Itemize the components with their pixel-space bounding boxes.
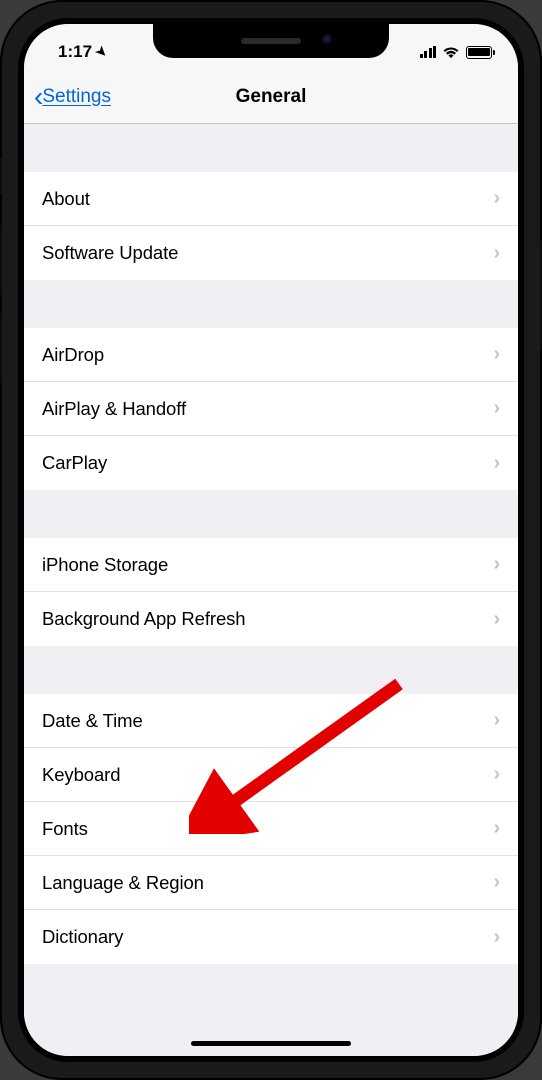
status-time: 1:17	[58, 42, 92, 62]
row-label: Language & Region	[42, 872, 204, 894]
row-dictionary[interactable]: Dictionary ›	[24, 910, 518, 964]
row-label: Background App Refresh	[42, 608, 246, 630]
notch	[153, 24, 389, 58]
row-label: Date & Time	[42, 710, 143, 732]
back-label: Settings	[42, 86, 111, 108]
chevron-right-icon: ›	[493, 709, 500, 732]
row-background-app-refresh[interactable]: Background App Refresh ›	[24, 592, 518, 646]
volume-up	[0, 224, 2, 296]
row-airplay-handoff[interactable]: AirPlay & Handoff ›	[24, 382, 518, 436]
row-label: Dictionary	[42, 926, 123, 948]
row-label: About	[42, 188, 90, 210]
page-title: General	[236, 86, 307, 108]
row-label: CarPlay	[42, 452, 107, 474]
location-icon: ➤	[92, 42, 111, 61]
annotation-arrow-icon	[189, 674, 414, 834]
section-spacer	[24, 124, 518, 172]
status-left: 1:17 ➤	[58, 42, 107, 62]
row-about[interactable]: About ›	[24, 172, 518, 226]
chevron-right-icon: ›	[493, 452, 500, 475]
row-label: AirDrop	[42, 344, 104, 366]
speaker	[241, 38, 301, 44]
settings-group: About › Software Update ›	[24, 172, 518, 280]
row-label: iPhone Storage	[42, 554, 168, 576]
screen: 1:17 ➤ ‹ Setti	[24, 24, 518, 1056]
chevron-right-icon: ›	[493, 871, 500, 894]
chevron-right-icon: ›	[493, 926, 500, 949]
row-airdrop[interactable]: AirDrop ›	[24, 328, 518, 382]
section-spacer	[24, 964, 518, 1004]
battery-icon	[466, 46, 492, 59]
chevron-right-icon: ›	[493, 553, 500, 576]
nav-bar: ‹ Settings General	[24, 70, 518, 124]
row-label: Fonts	[42, 818, 88, 840]
section-spacer	[24, 280, 518, 328]
silence-switch	[0, 158, 2, 194]
row-software-update[interactable]: Software Update ›	[24, 226, 518, 280]
back-button[interactable]: ‹ Settings	[34, 83, 111, 111]
row-label: Keyboard	[42, 764, 120, 786]
chevron-right-icon: ›	[493, 763, 500, 786]
bezel: 1:17 ➤ ‹ Setti	[18, 18, 524, 1062]
wifi-icon	[442, 46, 460, 59]
home-indicator[interactable]	[191, 1041, 351, 1046]
volume-down	[0, 312, 2, 384]
chevron-right-icon: ›	[493, 817, 500, 840]
phone-frame: 1:17 ➤ ‹ Setti	[0, 0, 542, 1080]
section-spacer	[24, 490, 518, 538]
chevron-right-icon: ›	[493, 397, 500, 420]
chevron-right-icon: ›	[493, 343, 500, 366]
front-camera	[322, 34, 334, 46]
settings-group: AirDrop › AirPlay & Handoff › CarPlay ›	[24, 328, 518, 490]
settings-group: iPhone Storage › Background App Refresh …	[24, 538, 518, 646]
row-iphone-storage[interactable]: iPhone Storage ›	[24, 538, 518, 592]
row-carplay[interactable]: CarPlay ›	[24, 436, 518, 490]
chevron-right-icon: ›	[493, 608, 500, 631]
chevron-right-icon: ›	[493, 242, 500, 265]
chevron-right-icon: ›	[493, 187, 500, 210]
status-right	[420, 46, 493, 59]
content-scroll[interactable]: About › Software Update › AirDrop ›	[24, 124, 518, 1056]
row-label: Software Update	[42, 242, 178, 264]
row-label: AirPlay & Handoff	[42, 398, 186, 420]
cellular-signal-icon	[420, 46, 437, 58]
row-language-region[interactable]: Language & Region ›	[24, 856, 518, 910]
